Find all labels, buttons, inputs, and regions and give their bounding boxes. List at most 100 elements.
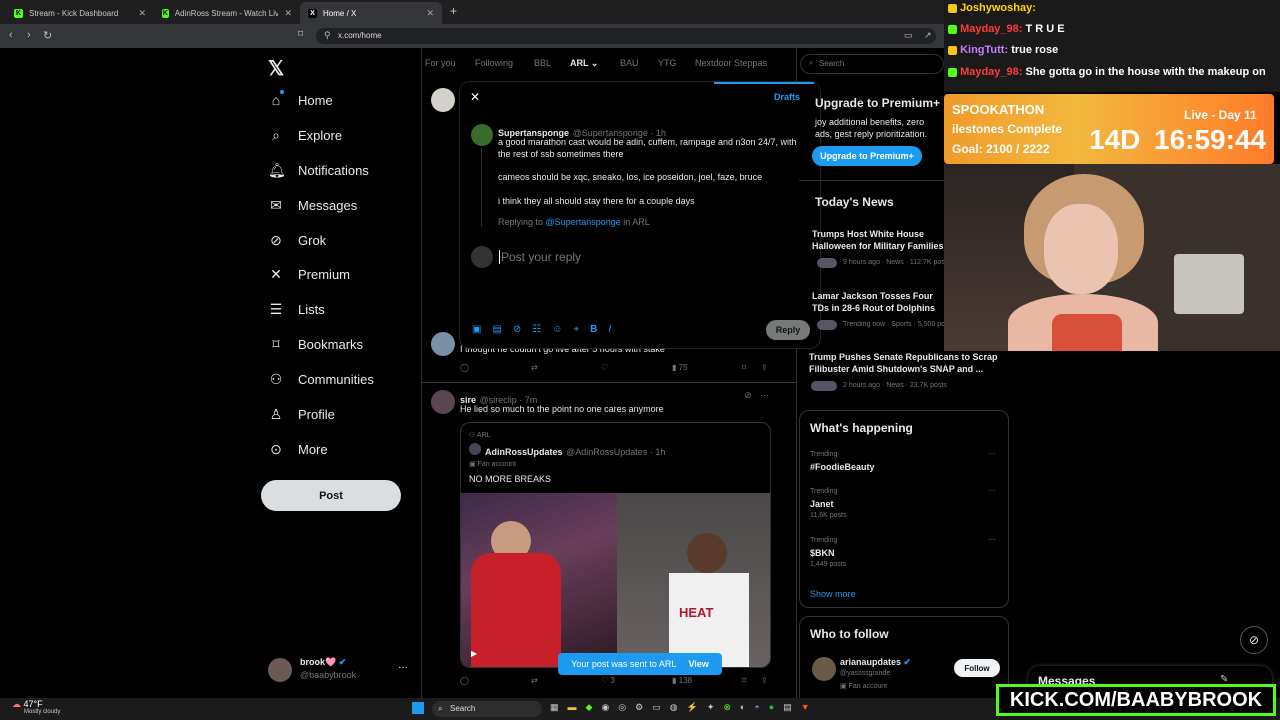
- app-icon[interactable]: ◉: [601, 702, 609, 713]
- nav-item-premium[interactable]: ✕ Premium: [268, 266, 350, 283]
- more-icon[interactable]: ···: [988, 449, 996, 458]
- more-icon[interactable]: ···: [760, 390, 769, 400]
- app-icon[interactable]: ▤: [783, 702, 792, 713]
- app-icon[interactable]: ⚙: [635, 702, 643, 713]
- app-icon[interactable]: ✦: [707, 702, 715, 713]
- close-icon[interactable]: ✕: [426, 8, 434, 19]
- video-thumbnail-right[interactable]: HEAT: [617, 493, 770, 667]
- nav-item-lists[interactable]: ☰ Lists: [268, 301, 325, 318]
- nav-item-notifications[interactable]: 🔔︎ Notifications: [268, 162, 369, 179]
- nav-item-more[interactable]: ⊙ More: [268, 441, 328, 458]
- discord-icon[interactable]: ◓: [754, 702, 759, 713]
- site-info-icon[interactable]: ⚲: [324, 30, 331, 41]
- tab-bbl[interactable]: BBL: [534, 58, 551, 68]
- share-icon[interactable]: ↗: [924, 30, 932, 41]
- quote-tweet[interactable]: ⚇ ARL AdinRossUpdates @AdinRossUpdates ·…: [460, 422, 771, 668]
- tab-for-you[interactable]: For you: [425, 58, 456, 68]
- url-field[interactable]: x.com/home: [316, 28, 936, 44]
- browser-tab-active[interactable]: X Home / X ✕: [300, 2, 442, 24]
- brave-icon[interactable]: ▼: [801, 702, 810, 713]
- search-input[interactable]: ⌕ Search: [800, 54, 944, 74]
- more-icon[interactable]: ···: [988, 535, 996, 544]
- back-icon[interactable]: ‹: [9, 29, 13, 41]
- spotify-icon[interactable]: ●: [769, 702, 774, 713]
- tab-arl[interactable]: ARL ⌄: [570, 58, 598, 69]
- windows-start-icon[interactable]: [412, 702, 424, 714]
- avatar[interactable]: [812, 657, 836, 681]
- like-count[interactable]: ♡ 3: [601, 676, 615, 685]
- xbox-icon[interactable]: ⊗: [723, 702, 731, 713]
- follow-button[interactable]: Follow: [954, 659, 1000, 677]
- bold-icon[interactable]: B: [590, 324, 597, 335]
- app-icon[interactable]: ◆: [586, 702, 593, 713]
- more-icon[interactable]: ···: [988, 486, 996, 495]
- forward-icon[interactable]: ›: [27, 29, 31, 41]
- reply-button[interactable]: Reply: [766, 320, 810, 340]
- x-logo-icon[interactable]: 𝕏: [268, 56, 284, 81]
- trend-name[interactable]: #FoodieBeauty: [810, 462, 875, 472]
- gif-icon[interactable]: ▤: [492, 324, 501, 335]
- nav-item-explore[interactable]: ⌕ Explore: [268, 127, 342, 144]
- avatar[interactable]: [431, 88, 455, 112]
- views-count[interactable]: ▮ 138: [672, 676, 692, 685]
- follow-name[interactable]: arianaupdates ✔: [840, 657, 911, 668]
- share-icon[interactable]: ⇪: [761, 676, 768, 685]
- folder-icon[interactable]: ▬: [568, 702, 577, 713]
- trend-name[interactable]: Janet: [810, 499, 834, 509]
- app-icon[interactable]: ▭: [652, 702, 661, 713]
- browser-tab[interactable]: K AdinRoss Stream - Watch Live on Kick ✕: [154, 2, 300, 24]
- news-item[interactable]: Lamar Jackson Tosses Four TDs in 28-6 Ro…: [812, 290, 948, 314]
- emoji-icon[interactable]: ☺: [552, 324, 562, 335]
- trend-name[interactable]: $BKN: [810, 548, 835, 558]
- tab-ytg[interactable]: YTG: [658, 58, 677, 68]
- bookmark-icon[interactable]: ⌑: [742, 676, 746, 685]
- reply-icon[interactable]: ◯: [460, 363, 469, 372]
- tab-bau[interactable]: BAU: [620, 58, 639, 68]
- tab-nextdoor-steppas[interactable]: Nextdoor Steppas: [695, 58, 767, 68]
- grok-icon[interactable]: ⊘: [1240, 626, 1268, 654]
- account-name[interactable]: brook🩷 ✔: [300, 657, 346, 668]
- bookmark-page-icon[interactable]: ⌑: [298, 29, 303, 40]
- app-icon[interactable]: ◎: [618, 702, 626, 713]
- nav-item-profile[interactable]: ♙ Profile: [268, 406, 335, 423]
- nav-item-communities[interactable]: ⚇ Communities: [268, 371, 374, 388]
- close-icon[interactable]: ✕: [138, 8, 146, 19]
- image-icon[interactable]: ▣: [472, 324, 481, 335]
- retweet-icon[interactable]: ⇄: [531, 676, 538, 685]
- reply-input[interactable]: Post your reply: [499, 250, 581, 264]
- app-icon[interactable]: ⚡: [687, 702, 698, 713]
- news-item[interactable]: Trump Pushes Senate Republicans to Scrap…: [809, 351, 1009, 375]
- retweet-icon[interactable]: ⇄: [531, 363, 538, 372]
- avatar[interactable]: [431, 332, 455, 356]
- obs-icon[interactable]: ◍: [670, 702, 678, 713]
- taskbar-search[interactable]: ⌕ Search: [432, 701, 542, 717]
- reply-icon[interactable]: ◯: [460, 676, 469, 685]
- toast-view-link[interactable]: View: [688, 659, 708, 669]
- play-icon[interactable]: ▶: [471, 649, 477, 658]
- location-icon[interactable]: ⌖: [573, 324, 579, 335]
- account-menu-icon[interactable]: ···: [398, 662, 408, 673]
- bookmark-icon[interactable]: ⌑: [742, 363, 746, 372]
- post-button[interactable]: Post: [261, 480, 401, 511]
- taskview-icon[interactable]: ▦: [550, 702, 559, 713]
- new-tab-icon[interactable]: +: [450, 4, 457, 18]
- nav-item-bookmarks[interactable]: ⌑ Bookmarks: [268, 336, 363, 353]
- cast-icon[interactable]: ▭: [904, 30, 913, 41]
- avatar[interactable]: [268, 658, 292, 682]
- italic-icon[interactable]: I: [608, 324, 611, 335]
- nav-item-grok[interactable]: ⊘ Grok: [268, 232, 326, 249]
- grok-icon[interactable]: ⊘: [744, 390, 752, 401]
- drafts-button[interactable]: Drafts: [774, 92, 800, 102]
- reload-icon[interactable]: ↻: [43, 29, 52, 42]
- share-icon[interactable]: ⇪: [761, 363, 768, 372]
- avatar[interactable]: [471, 124, 493, 146]
- avatar[interactable]: [431, 390, 455, 414]
- views-count[interactable]: ▮ 75: [672, 363, 688, 372]
- show-more-link[interactable]: Show more: [810, 589, 856, 599]
- browser-tab[interactable]: K Stream - Kick Dashboard ✕: [6, 2, 154, 24]
- video-thumbnail-left[interactable]: ▶: [461, 493, 617, 667]
- avatar[interactable]: [471, 246, 493, 268]
- upgrade-premium-button[interactable]: Upgrade to Premium+: [812, 146, 922, 166]
- nav-item-home[interactable]: ⌂ Home: [268, 92, 333, 108]
- poll-icon[interactable]: ☷: [532, 324, 541, 335]
